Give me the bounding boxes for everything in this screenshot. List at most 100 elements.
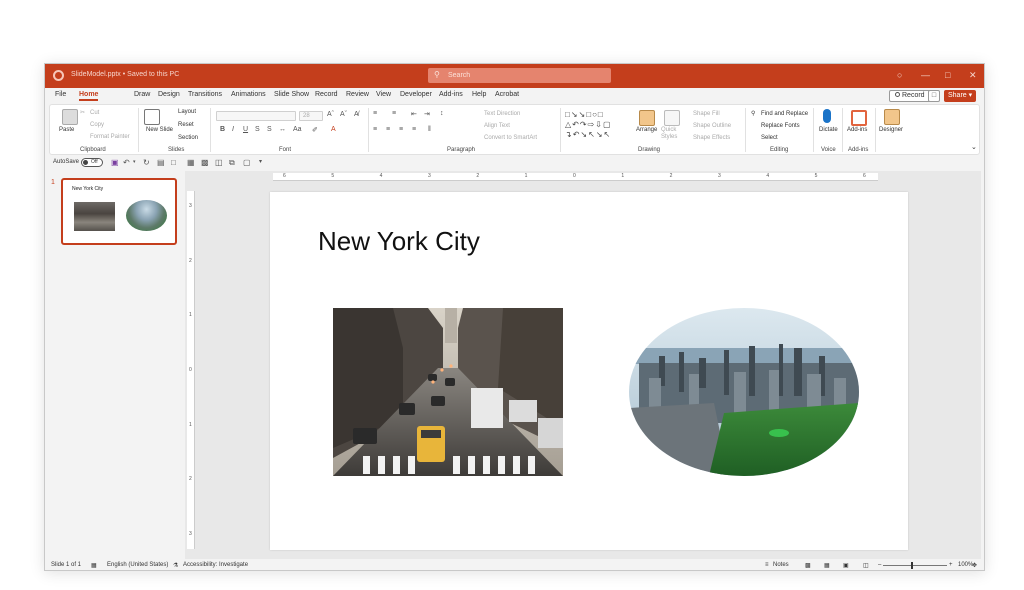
add-ins-icon[interactable]	[851, 110, 867, 126]
tab-developer[interactable]: Developer	[400, 91, 432, 98]
shape-outline-button[interactable]: Shape Outline	[693, 123, 731, 129]
shape-effects-button[interactable]: Shape Effects	[693, 135, 730, 141]
strikethrough-icon[interactable]: S	[255, 126, 260, 133]
arrange-button[interactable]: Arrange	[636, 127, 657, 133]
underline-icon[interactable]: U	[243, 126, 248, 133]
shape-fill-button[interactable]: Shape Fill	[693, 111, 720, 117]
zoom-slider-handle[interactable]	[911, 562, 913, 569]
paste-icon[interactable]	[62, 109, 78, 125]
zoom-slider[interactable]	[883, 565, 947, 566]
font-color-icon[interactable]: A	[331, 126, 336, 133]
tab-home[interactable]: Home	[79, 91, 99, 101]
highlight-icon[interactable]: ✐	[312, 126, 318, 134]
undo-icon[interactable]: ↶	[123, 157, 130, 168]
paste-button[interactable]: Paste	[59, 127, 74, 133]
shadow-icon[interactable]: S	[267, 126, 272, 133]
bold-icon[interactable]: B	[220, 126, 225, 133]
bullets-icon[interactable]: ≡	[373, 110, 377, 117]
new-icon[interactable]: □	[171, 157, 176, 168]
designer-button[interactable]: Designer	[879, 127, 903, 133]
align-left-icon[interactable]: ≡	[373, 126, 377, 133]
tab-animations[interactable]: Animations	[231, 91, 266, 98]
replace-fonts-button[interactable]: Replace Fonts	[761, 123, 800, 129]
columns-icon[interactable]: ‖	[428, 126, 431, 133]
increase-indent-icon[interactable]: ⇥	[424, 110, 430, 118]
normal-view-icon[interactable]: ▩	[805, 562, 811, 569]
slide-title[interactable]: New York City	[318, 226, 480, 257]
zoom-in-icon[interactable]: +	[949, 562, 953, 568]
street-photo[interactable]	[333, 308, 563, 476]
numbering-icon[interactable]: ≡	[392, 110, 396, 117]
shapes-gallery[interactable]: □↘↘□○□ △↶↷⇨⇩▢ ↴↶↘↖↘↖	[565, 110, 631, 142]
slide-canvas[interactable]: New York City	[270, 192, 908, 550]
zoom-out-icon[interactable]: –	[878, 562, 881, 568]
tab-add-ins[interactable]: Add-ins	[439, 91, 463, 98]
tab-slide-show[interactable]: Slide Show	[274, 91, 309, 98]
quick-styles-icon[interactable]	[664, 110, 680, 126]
find-replace-button[interactable]: Find and Replace	[761, 111, 808, 117]
reset-button[interactable]: Reset	[178, 122, 194, 128]
present-icon[interactable]: ◫	[215, 157, 223, 168]
maximize-icon[interactable]: □	[945, 70, 950, 81]
align-text-button[interactable]: Align Text	[484, 123, 510, 129]
duplicate-icon[interactable]: ⧉	[229, 157, 235, 168]
notes-button[interactable]: Notes	[773, 562, 789, 568]
record-button[interactable]: Record	[889, 90, 931, 102]
collapse-ribbon-icon[interactable]: ⌄	[971, 143, 977, 151]
fit-slide-icon[interactable]: ✥	[972, 562, 977, 569]
designer-icon[interactable]	[884, 109, 900, 125]
tab-draw[interactable]: Draw	[134, 91, 150, 98]
picture-icon[interactable]: ▦	[187, 157, 195, 168]
comments-button[interactable]: □	[928, 90, 940, 102]
font-family-select[interactable]	[216, 111, 296, 121]
customize-toolbar-icon[interactable]: ▾	[259, 157, 262, 168]
shapes-icon[interactable]: ▢	[243, 157, 251, 168]
tab-acrobat[interactable]: Acrobat	[495, 91, 519, 98]
convert-smartart-button[interactable]: Convert to SmartArt	[484, 135, 537, 141]
accessibility-status[interactable]: Accessibility: Investigate	[183, 562, 248, 568]
new-slide-button[interactable]: New Slide	[146, 127, 173, 133]
redo-icon[interactable]: ↻	[143, 157, 150, 168]
tab-design[interactable]: Design	[158, 91, 180, 98]
italic-icon[interactable]: I	[232, 126, 234, 133]
tab-file[interactable]: File	[55, 91, 66, 98]
reading-view-icon[interactable]: ▣	[843, 562, 849, 569]
justify-icon[interactable]: ≡	[412, 126, 416, 133]
line-spacing-icon[interactable]: ↕	[440, 110, 444, 117]
close-icon[interactable]: ✕	[969, 70, 977, 81]
language-status[interactable]: English (United States)	[107, 562, 168, 568]
tab-help[interactable]: Help	[472, 91, 486, 98]
tab-view[interactable]: View	[376, 91, 391, 98]
arrange-icon[interactable]	[639, 110, 655, 126]
tab-review[interactable]: Review	[346, 91, 369, 98]
lightbulb-icon[interactable]: ○	[897, 70, 902, 81]
save-icon[interactable]: ▣	[111, 157, 119, 168]
select-button[interactable]: Select	[761, 135, 778, 141]
skyline-photo[interactable]	[629, 308, 859, 476]
change-case-icon[interactable]: Aa	[293, 126, 302, 133]
undo-dropdown-icon[interactable]: ▾	[133, 157, 136, 168]
search-box[interactable]: ⚲ Search	[428, 68, 611, 83]
slideshow-icon[interactable]: ◫	[863, 562, 869, 569]
new-slide-icon[interactable]	[144, 109, 160, 125]
copy-button[interactable]: Copy	[90, 122, 104, 128]
dictate-button[interactable]: Dictate	[819, 127, 838, 133]
open-icon[interactable]: ▤	[157, 157, 165, 168]
align-center-icon[interactable]: ≡	[386, 126, 390, 133]
clear-format-icon[interactable]: A̸	[354, 111, 359, 118]
slide-sorter-icon[interactable]: ▦	[824, 562, 830, 569]
add-ins-button[interactable]: Add-ins	[847, 127, 867, 133]
format-painter-button[interactable]: Format Painter	[90, 134, 130, 140]
grow-font-icon[interactable]: Aˆ	[327, 111, 334, 118]
font-size-select[interactable]: 28	[299, 111, 323, 121]
tab-record[interactable]: Record	[315, 91, 338, 98]
print-icon[interactable]: ▩	[201, 157, 209, 168]
tab-transitions[interactable]: Transitions	[188, 91, 222, 98]
autosave-toggle[interactable]: Off	[81, 158, 103, 167]
decrease-indent-icon[interactable]: ⇤	[411, 110, 417, 118]
align-right-icon[interactable]: ≡	[399, 126, 403, 133]
share-button[interactable]: Share ▾	[944, 90, 977, 102]
char-spacing-icon[interactable]: ↔	[279, 126, 286, 133]
layout-button[interactable]: Layout	[178, 109, 196, 115]
cut-button[interactable]: Cut	[90, 110, 99, 116]
